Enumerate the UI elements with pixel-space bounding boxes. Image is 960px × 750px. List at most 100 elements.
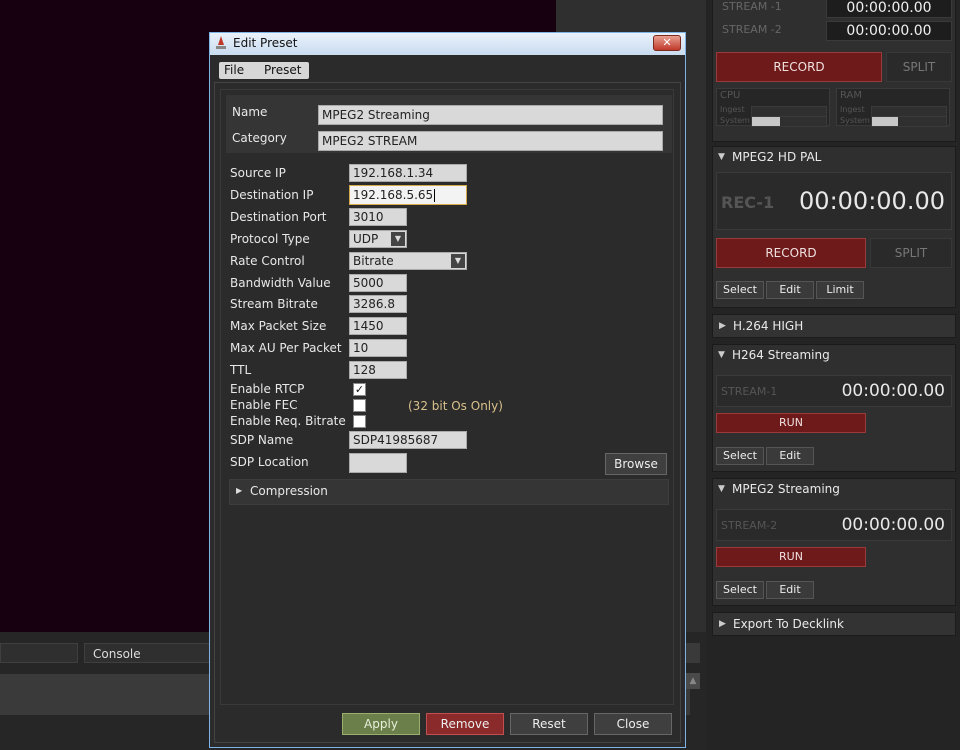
export-decklink-title: Export To Decklink	[733, 617, 844, 631]
protocol-type-label: Protocol Type	[230, 232, 310, 246]
enable-fec-label: Enable FEC	[230, 398, 298, 412]
menu-file[interactable]: File	[224, 62, 244, 79]
name-label: Name	[232, 105, 268, 119]
hd-pal-split-button[interactable]: SPLIT	[870, 238, 952, 268]
ram-system-bar	[871, 116, 947, 127]
h264-edit-button[interactable]: Edit	[766, 447, 814, 465]
stream-2-time: 00:00:00.00	[826, 21, 952, 41]
stream-bitrate-input[interactable]: 3286.8	[349, 295, 407, 313]
cpu-ingest-label: Ingest	[720, 105, 745, 114]
max-au-per-packet-input[interactable]: 10	[349, 339, 407, 357]
h264-run-button[interactable]: RUN	[716, 413, 866, 433]
sdp-location-input[interactable]	[349, 453, 407, 473]
mpeg2-select-button[interactable]: Select	[716, 581, 764, 599]
compression-section-header[interactable]: ▶ Compression	[229, 479, 669, 505]
bottom-tab-edge	[686, 643, 700, 663]
hd-pal-select-button[interactable]: Select	[716, 281, 764, 299]
max-packet-size-label: Max Packet Size	[230, 319, 327, 333]
max-packet-size-input[interactable]: 1450	[349, 317, 407, 335]
destination-ip-label: Destination IP	[230, 188, 314, 202]
source-ip-label: Source IP	[230, 166, 286, 180]
text-caret	[434, 189, 436, 202]
cpu-system-fill	[752, 117, 781, 126]
rate-control-value: Bitrate	[353, 254, 394, 268]
mpeg2-streaming-title: MPEG2 Streaming	[732, 482, 840, 496]
max-au-per-packet-label: Max AU Per Packet	[230, 341, 342, 355]
enable-req-bitrate-label: Enable Req. Bitrate	[230, 414, 346, 428]
h264-streaming-header[interactable]: ▼ H264 Streaming	[712, 344, 956, 368]
collapse-arrow-icon: ▼	[718, 484, 725, 494]
scroll-up-button[interactable]: ▲	[686, 673, 700, 689]
expand-arrow-icon: ▶	[719, 619, 726, 629]
cpu-meter: CPU Ingest System	[716, 88, 830, 127]
top-record-button[interactable]: RECORD	[716, 52, 882, 82]
mpeg2-run-button[interactable]: RUN	[716, 547, 866, 567]
category-label: Category	[232, 131, 287, 145]
hd-pal-limit-button[interactable]: Limit	[816, 281, 864, 299]
cpu-system-bar	[751, 116, 827, 127]
enable-req-bitrate-checkbox[interactable]	[353, 415, 366, 428]
mpeg2-streaming-header[interactable]: ▼ MPEG2 Streaming	[712, 478, 956, 502]
hd-pal-edit-button[interactable]: Edit	[766, 281, 814, 299]
chevron-down-icon: ▼	[391, 232, 405, 246]
source-ip-input[interactable]: 192.168.1.34	[349, 164, 467, 182]
mpeg2-stream-label: STREAM-2	[721, 519, 778, 532]
ram-system-fill	[872, 117, 898, 126]
export-decklink-header[interactable]: ▶ Export To Decklink	[712, 612, 956, 636]
hd-pal-record-button[interactable]: RECORD	[716, 238, 866, 268]
ttl-input[interactable]: 128	[349, 361, 407, 379]
dialog-titlebar[interactable]: Edit Preset ✕	[210, 33, 685, 55]
mpeg2-hd-pal-title: MPEG2 HD PAL	[732, 150, 822, 164]
chevron-down-icon: ▼	[451, 254, 465, 268]
mpeg2-edit-button[interactable]: Edit	[766, 581, 814, 599]
destination-ip-value: 192.168.5.65	[353, 188, 434, 202]
h264-high-title: H.264 HIGH	[733, 319, 804, 333]
expand-arrow-icon: ▶	[236, 486, 243, 495]
h264-high-header[interactable]: ▶ H.264 HIGH	[712, 314, 956, 338]
h264-stream-time: 00:00:00.00	[841, 381, 945, 401]
browse-button[interactable]: Browse	[605, 453, 667, 475]
enable-fec-checkbox[interactable]	[353, 399, 366, 412]
destination-port-label: Destination Port	[230, 210, 327, 224]
protocol-type-value: UDP	[353, 232, 379, 246]
h264-streaming-title: H264 Streaming	[732, 348, 830, 362]
rec-1-time: 00:00:00.00	[799, 187, 945, 215]
h264-select-button[interactable]: Select	[716, 447, 764, 465]
sdp-name-input[interactable]: SDP41985687	[349, 431, 467, 449]
bottom-tab-blank[interactable]	[0, 643, 78, 663]
stream-1-display: STREAM-1 00:00:00.00	[716, 375, 952, 407]
apply-button[interactable]: Apply	[342, 713, 420, 735]
rate-control-select[interactable]: Bitrate ▼	[349, 252, 467, 270]
stream-2-row: STREAM -2 00:00:00.00	[716, 21, 952, 41]
console-tab-label: Console	[93, 647, 141, 661]
name-input[interactable]: MPEG2 Streaming	[318, 105, 663, 125]
remove-button[interactable]: Remove	[426, 713, 504, 735]
ram-label: RAM	[840, 90, 863, 101]
top-split-button[interactable]: SPLIT	[886, 52, 952, 82]
stream-1-label: STREAM -1	[722, 0, 782, 13]
collapse-arrow-icon: ▼	[718, 152, 725, 162]
menu-preset[interactable]: Preset	[264, 62, 301, 79]
mpeg2-hd-pal-header[interactable]: ▼ MPEG2 HD PAL	[712, 146, 956, 170]
destination-ip-input[interactable]: 192.168.5.65	[349, 185, 467, 205]
sdp-location-label: SDP Location	[230, 455, 309, 469]
destination-port-input[interactable]: 3010	[349, 208, 407, 226]
ttl-label: TTL	[230, 363, 252, 377]
enable-rtcp-label: Enable RTCP	[230, 382, 305, 396]
ram-system-label: System	[840, 116, 870, 125]
app-logo-icon	[216, 36, 226, 49]
protocol-type-select[interactable]: UDP ▼	[349, 230, 407, 248]
enable-rtcp-checkbox[interactable]: ✓	[353, 383, 366, 396]
compression-label: Compression	[250, 484, 328, 498]
rate-control-label: Rate Control	[230, 254, 305, 268]
bandwidth-value-label: Bandwidth Value	[230, 276, 331, 290]
stream-1-time: 00:00:00.00	[826, 0, 952, 18]
close-icon[interactable]: ✕	[653, 35, 681, 51]
sdp-name-label: SDP Name	[230, 433, 294, 447]
close-button[interactable]: Close	[594, 713, 672, 735]
reset-button[interactable]: Reset	[510, 713, 588, 735]
category-input[interactable]: MPEG2 STREAM	[318, 131, 663, 151]
mpeg2-stream-time: 00:00:00.00	[841, 515, 945, 535]
bandwidth-value-input[interactable]: 5000	[349, 274, 407, 292]
stream-2-label: STREAM -2	[722, 23, 782, 36]
